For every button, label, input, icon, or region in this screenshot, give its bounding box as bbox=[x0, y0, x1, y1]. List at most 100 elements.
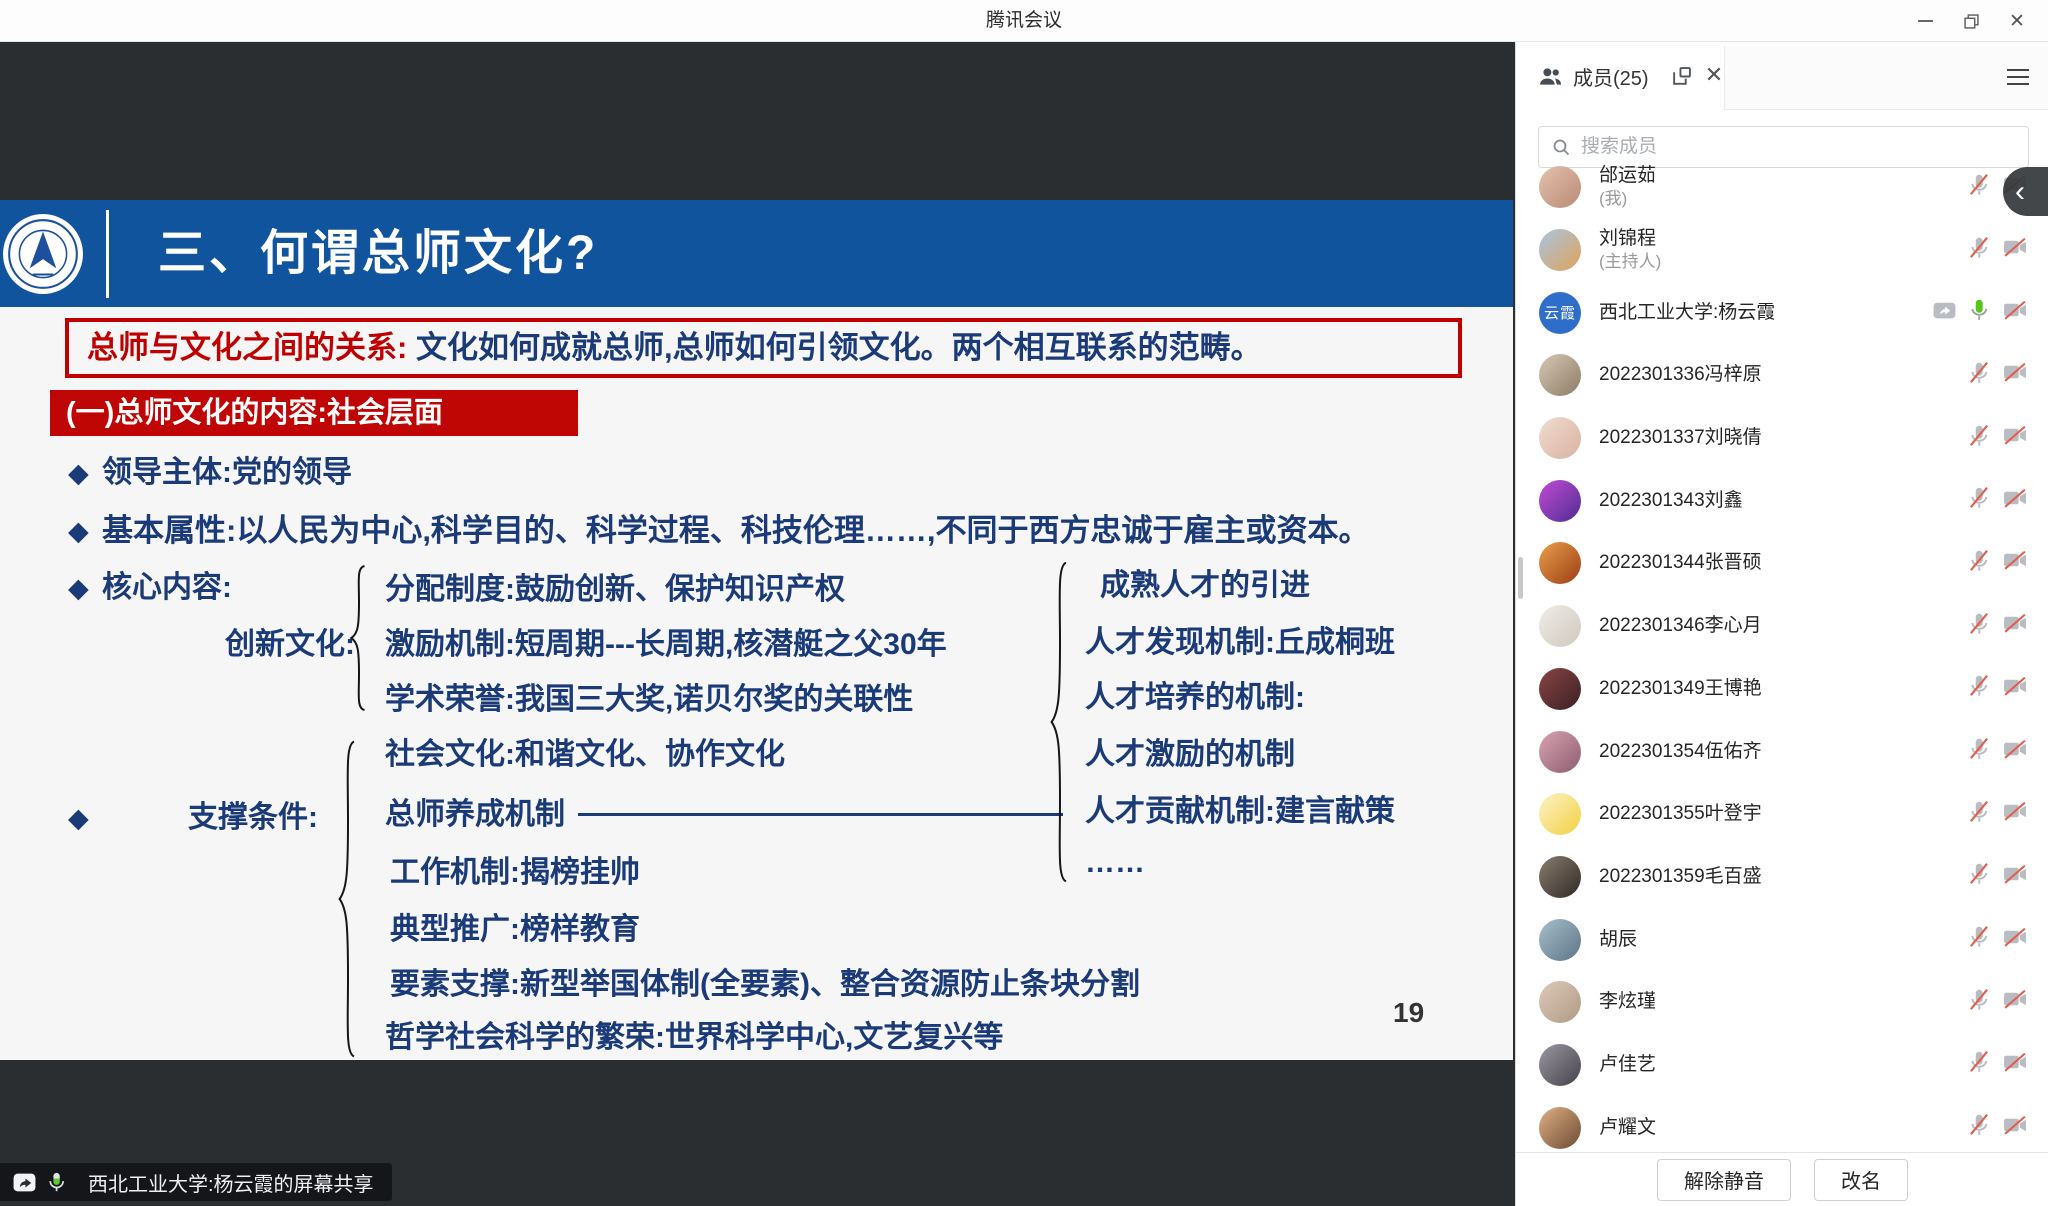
member-name-block: 胡辰 bbox=[1599, 928, 1966, 952]
camera-off-icon[interactable] bbox=[2001, 235, 2029, 265]
window-title: 腾讯会议 bbox=[0, 0, 2048, 42]
member-avatar bbox=[1539, 793, 1581, 835]
member-row[interactable]: 2022301337刘晓倩 bbox=[1516, 407, 2048, 470]
core-content-label: 核心内容: bbox=[102, 567, 232, 609]
support-item: 要素支撑:新型举国体制(全要素)、整合资源防止条块分割 bbox=[390, 964, 1140, 1006]
bullet-diamond: ◆ bbox=[68, 510, 89, 552]
member-row[interactable]: 卢佳艺 bbox=[1516, 1034, 2048, 1097]
camera-off-icon[interactable] bbox=[2001, 862, 2029, 892]
mic-muted-icon[interactable] bbox=[1966, 799, 1992, 830]
member-avatar bbox=[1539, 981, 1581, 1023]
member-name-block: 2022301343刘鑫 bbox=[1599, 489, 1966, 513]
camera-off-icon[interactable] bbox=[2001, 486, 2029, 516]
member-avatar bbox=[1539, 856, 1581, 898]
mic-muted-icon[interactable] bbox=[1966, 987, 1992, 1018]
brace-innovation bbox=[348, 563, 370, 713]
right-item: 人才培养的机制: bbox=[1085, 677, 1305, 719]
member-row[interactable]: 2022301349王博艳 bbox=[1516, 658, 2048, 721]
member-avatar bbox=[1539, 731, 1581, 773]
brace-talent bbox=[1048, 556, 1072, 888]
mic-muted-icon[interactable] bbox=[1966, 235, 1992, 266]
member-name: 2022301336冯梓原 bbox=[1599, 363, 1966, 387]
members-tab-label: 成员(25) bbox=[1573, 62, 1649, 91]
collapse-panel-handle[interactable]: ‹ bbox=[2003, 167, 2048, 216]
popout-panel-icon[interactable] bbox=[1671, 66, 1692, 92]
header-empty-zone bbox=[1724, 46, 2048, 110]
member-row[interactable]: 刘锦程 (主持人) bbox=[1516, 219, 2048, 282]
member-row[interactable]: 2022301336冯梓原 bbox=[1516, 344, 2048, 407]
member-row[interactable]: 2022301355叶登宇 bbox=[1516, 783, 2048, 846]
restore-button[interactable] bbox=[1948, 0, 1994, 42]
mic-muted-icon[interactable] bbox=[1966, 360, 1992, 391]
rename-button[interactable]: 改名 bbox=[1814, 1159, 1908, 1201]
member-avatar bbox=[1539, 605, 1581, 647]
hamburger-menu-icon[interactable] bbox=[2007, 69, 2029, 85]
member-avatar bbox=[1539, 542, 1581, 584]
camera-off-icon[interactable] bbox=[2001, 1050, 2029, 1080]
camera-off-icon[interactable] bbox=[2001, 1113, 2029, 1143]
unmute-button[interactable]: 解除静音 bbox=[1657, 1159, 1791, 1201]
member-status-icons bbox=[1966, 1112, 2029, 1143]
screen-share-banner: 西北工业大学:杨云霞的屏幕共享 bbox=[0, 1163, 392, 1201]
member-row[interactable]: 云霞 西北工业大学:杨云霞 bbox=[1516, 281, 2048, 344]
minimize-button[interactable] bbox=[1902, 0, 1948, 42]
support-item: 总师养成机制 bbox=[385, 794, 565, 836]
member-name: 邰运茹 bbox=[1599, 164, 1966, 188]
search-input[interactable] bbox=[1581, 136, 1981, 158]
member-row[interactable]: 胡辰 bbox=[1516, 908, 2048, 971]
member-row[interactable]: 卢耀文 bbox=[1516, 1096, 2048, 1152]
member-status-icons bbox=[1966, 799, 2029, 830]
member-row[interactable]: 2022301346李心月 bbox=[1516, 595, 2048, 658]
camera-off-icon[interactable] bbox=[2001, 925, 2029, 955]
members-tab[interactable]: 成员(25) bbox=[1516, 42, 1724, 110]
member-avatar bbox=[1539, 919, 1581, 961]
close-panel-icon[interactable]: ✕ bbox=[1702, 62, 1726, 88]
mic-muted-icon[interactable] bbox=[1966, 1049, 1992, 1080]
mic-muted-icon[interactable] bbox=[1966, 548, 1992, 579]
camera-off-icon[interactable] bbox=[2001, 611, 2029, 641]
member-name-block: 2022301349王博艳 bbox=[1599, 677, 1966, 701]
mic-muted-icon[interactable] bbox=[1966, 485, 1992, 516]
mic-muted-icon[interactable] bbox=[1966, 1112, 1992, 1143]
camera-off-icon[interactable] bbox=[2001, 674, 2029, 704]
member-row[interactable]: 2022301344张晋硕 bbox=[1516, 532, 2048, 595]
mic-muted-icon[interactable] bbox=[1966, 423, 1992, 454]
member-name: 2022301337刘晓倩 bbox=[1599, 426, 1966, 450]
member-avatar bbox=[1539, 480, 1581, 522]
member-name-block: 卢耀文 bbox=[1599, 1116, 1966, 1140]
camera-off-icon[interactable] bbox=[2001, 423, 2029, 453]
member-row[interactable]: 邰运茹 (我) bbox=[1516, 156, 2048, 219]
member-status-icons bbox=[1966, 1049, 2029, 1080]
mic-muted-icon[interactable] bbox=[1966, 673, 1992, 704]
mic-muted-icon[interactable] bbox=[1966, 736, 1992, 767]
mic-muted-icon[interactable] bbox=[1966, 861, 1992, 892]
member-name-block: 2022301354伍佑齐 bbox=[1599, 740, 1966, 764]
support-conditions-label: 支撑条件: bbox=[188, 797, 318, 839]
bullet-diamond: ◆ bbox=[68, 797, 89, 839]
mic-on-icon[interactable] bbox=[1966, 297, 1992, 328]
camera-off-icon[interactable] bbox=[2001, 360, 2029, 390]
member-row[interactable]: 2022301354伍佑齐 bbox=[1516, 720, 2048, 783]
mic-muted-icon[interactable] bbox=[1966, 611, 1992, 642]
camera-off-icon[interactable] bbox=[2001, 987, 2029, 1017]
camera-off-icon[interactable] bbox=[2001, 799, 2029, 829]
mic-muted-icon[interactable] bbox=[1966, 172, 1992, 203]
section-title-box: (一)总师文化的内容:社会层面 bbox=[50, 390, 578, 436]
member-name: 李炫瑾 bbox=[1599, 990, 1966, 1014]
member-name: 2022301354伍佑齐 bbox=[1599, 740, 1966, 764]
member-row[interactable]: 李炫瑾 bbox=[1516, 971, 2048, 1034]
member-name: 胡辰 bbox=[1599, 928, 1966, 952]
member-role: (主持人) bbox=[1599, 251, 1966, 273]
camera-off-icon[interactable] bbox=[2001, 737, 2029, 767]
camera-off-icon[interactable] bbox=[2001, 298, 2029, 328]
member-row[interactable]: 2022301359毛百盛 bbox=[1516, 846, 2048, 909]
member-status-icons bbox=[1966, 861, 2029, 892]
scrollbar-thumb[interactable] bbox=[1518, 557, 1523, 599]
member-name-block: 2022301359毛百盛 bbox=[1599, 865, 1966, 889]
close-button[interactable]: ✕ bbox=[1994, 0, 2040, 42]
camera-off-icon[interactable] bbox=[2001, 548, 2029, 578]
member-row[interactable]: 2022301343刘鑫 bbox=[1516, 469, 2048, 532]
slide-title: 三、何谓总师文化? bbox=[158, 200, 598, 307]
mic-muted-icon[interactable] bbox=[1966, 924, 1992, 955]
member-name: 刘锦程 bbox=[1599, 227, 1966, 251]
